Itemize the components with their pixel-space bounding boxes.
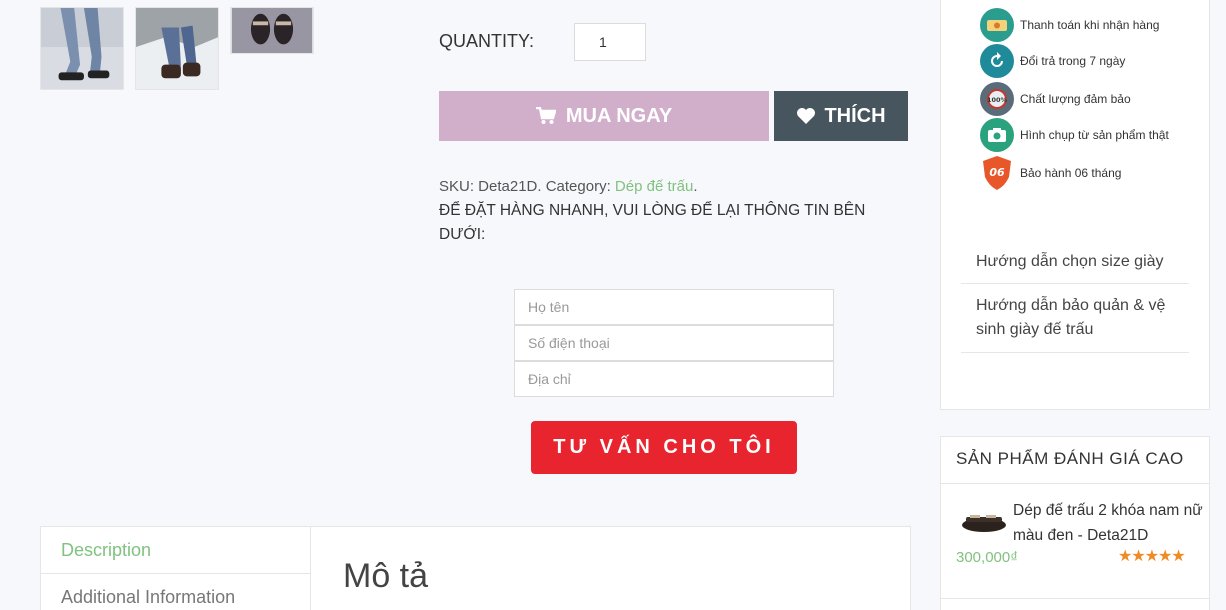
phone-field[interactable] (514, 325, 834, 361)
policy-label: Bảo hành 06 tháng (1020, 166, 1122, 180)
guide-link-size[interactable]: Hướng dẫn chọn size giày (961, 243, 1189, 284)
rating-stars: ★★★★★ (1118, 546, 1186, 565)
policy-label: Đổi trả trong 7 ngày (1020, 54, 1126, 68)
tab-additional-information[interactable]: Additional Information (41, 574, 310, 610)
top-rated-product-image[interactable] (960, 505, 1008, 539)
policy-warranty: 06 Bảo hành 06 tháng (980, 156, 1121, 190)
product-meta: SKU: Deta21D. Category: Dép đế trấu. (439, 176, 909, 198)
product-tabs: Description Additional Information Mô tả (40, 526, 911, 610)
policy-real-photo: Hình chụp từ sản phẩm thật (980, 118, 1169, 152)
sku-text: SKU: Deta21D. Category: (439, 178, 615, 195)
warranty-badge-text: 06 (989, 166, 1005, 179)
star-icon: ★ (1158, 546, 1172, 565)
product-page: QUANTITY: MUA NGAY THÍCH SKU: Deta21D. C… (0, 0, 1226, 610)
star-icon: ★ (1144, 546, 1159, 565)
product-thumbnail-2[interactable] (135, 7, 219, 90)
thumbnail-image-1 (41, 8, 123, 89)
address-field[interactable] (514, 361, 834, 397)
quality-badge-icon: 100% (980, 82, 1014, 116)
top-rated-product-name[interactable]: Dép đế trấu 2 khóa nam nữ màu đen - Deta… (1013, 498, 1203, 548)
star-icon: ★ (1131, 546, 1145, 565)
star-icon: ★ (1171, 546, 1185, 565)
category-suffix: . (693, 178, 698, 195)
tab-description[interactable]: Description (41, 527, 310, 574)
policy-quality: 100% Chất lượng đảm bảo (980, 82, 1131, 116)
like-button[interactable]: THÍCH (774, 91, 908, 141)
svg-text:100%: 100% (987, 96, 1008, 104)
heart-icon (797, 108, 816, 124)
warranty-shield-icon: 06 (980, 156, 1014, 190)
name-field[interactable] (514, 289, 834, 325)
policy-label: Chất lượng đảm bảo (1020, 92, 1131, 106)
order-instructions: ĐỂ ĐẶT HÀNG NHANH, VUI LÒNG ĐỂ LẠI THÔNG… (439, 202, 866, 243)
tab-panel-title: Mô tả (343, 557, 429, 595)
buy-now-button[interactable]: MUA NGAY (439, 91, 769, 141)
category-link[interactable]: Dép đế trấu (615, 178, 693, 195)
consult-submit-button[interactable]: TƯ VẤN CHO TÔI (531, 421, 797, 474)
divider (941, 483, 1209, 484)
star-icon: ★ (1118, 546, 1132, 565)
like-label: THÍCH (824, 104, 886, 127)
policy-cod: Thanh toán khi nhận hàng (980, 8, 1159, 42)
policy-label: Hình chụp từ sản phẩm thật (1020, 128, 1169, 142)
divider (941, 598, 1209, 599)
top-rated-product-price: 300,000₫ (956, 549, 1018, 566)
cart-icon (535, 107, 556, 124)
top-rated-heading: SẢN PHẨM ĐÁNH GIÁ CAO (956, 449, 1184, 468)
policy-label: Thanh toán khi nhận hàng (1020, 18, 1160, 32)
thumbnail-image-3 (231, 8, 313, 53)
product-thumbnail-3[interactable] (230, 7, 314, 54)
cash-icon (980, 8, 1014, 42)
guide-link-care[interactable]: Hướng dẫn bảo quản & vệ sinh giày đế trấ… (961, 284, 1189, 353)
thumbnail-image-2 (136, 8, 218, 89)
policy-return: Đổi trả trong 7 ngày (980, 44, 1125, 78)
buy-now-label: MUA NGAY (565, 104, 673, 127)
tab-list: Description Additional Information (41, 527, 311, 610)
product-thumbnail-1[interactable] (40, 7, 124, 90)
quantity-input[interactable] (574, 23, 646, 61)
quantity-label: QUANTITY: (439, 31, 535, 51)
camera-icon (980, 118, 1014, 152)
return-icon (980, 44, 1014, 78)
